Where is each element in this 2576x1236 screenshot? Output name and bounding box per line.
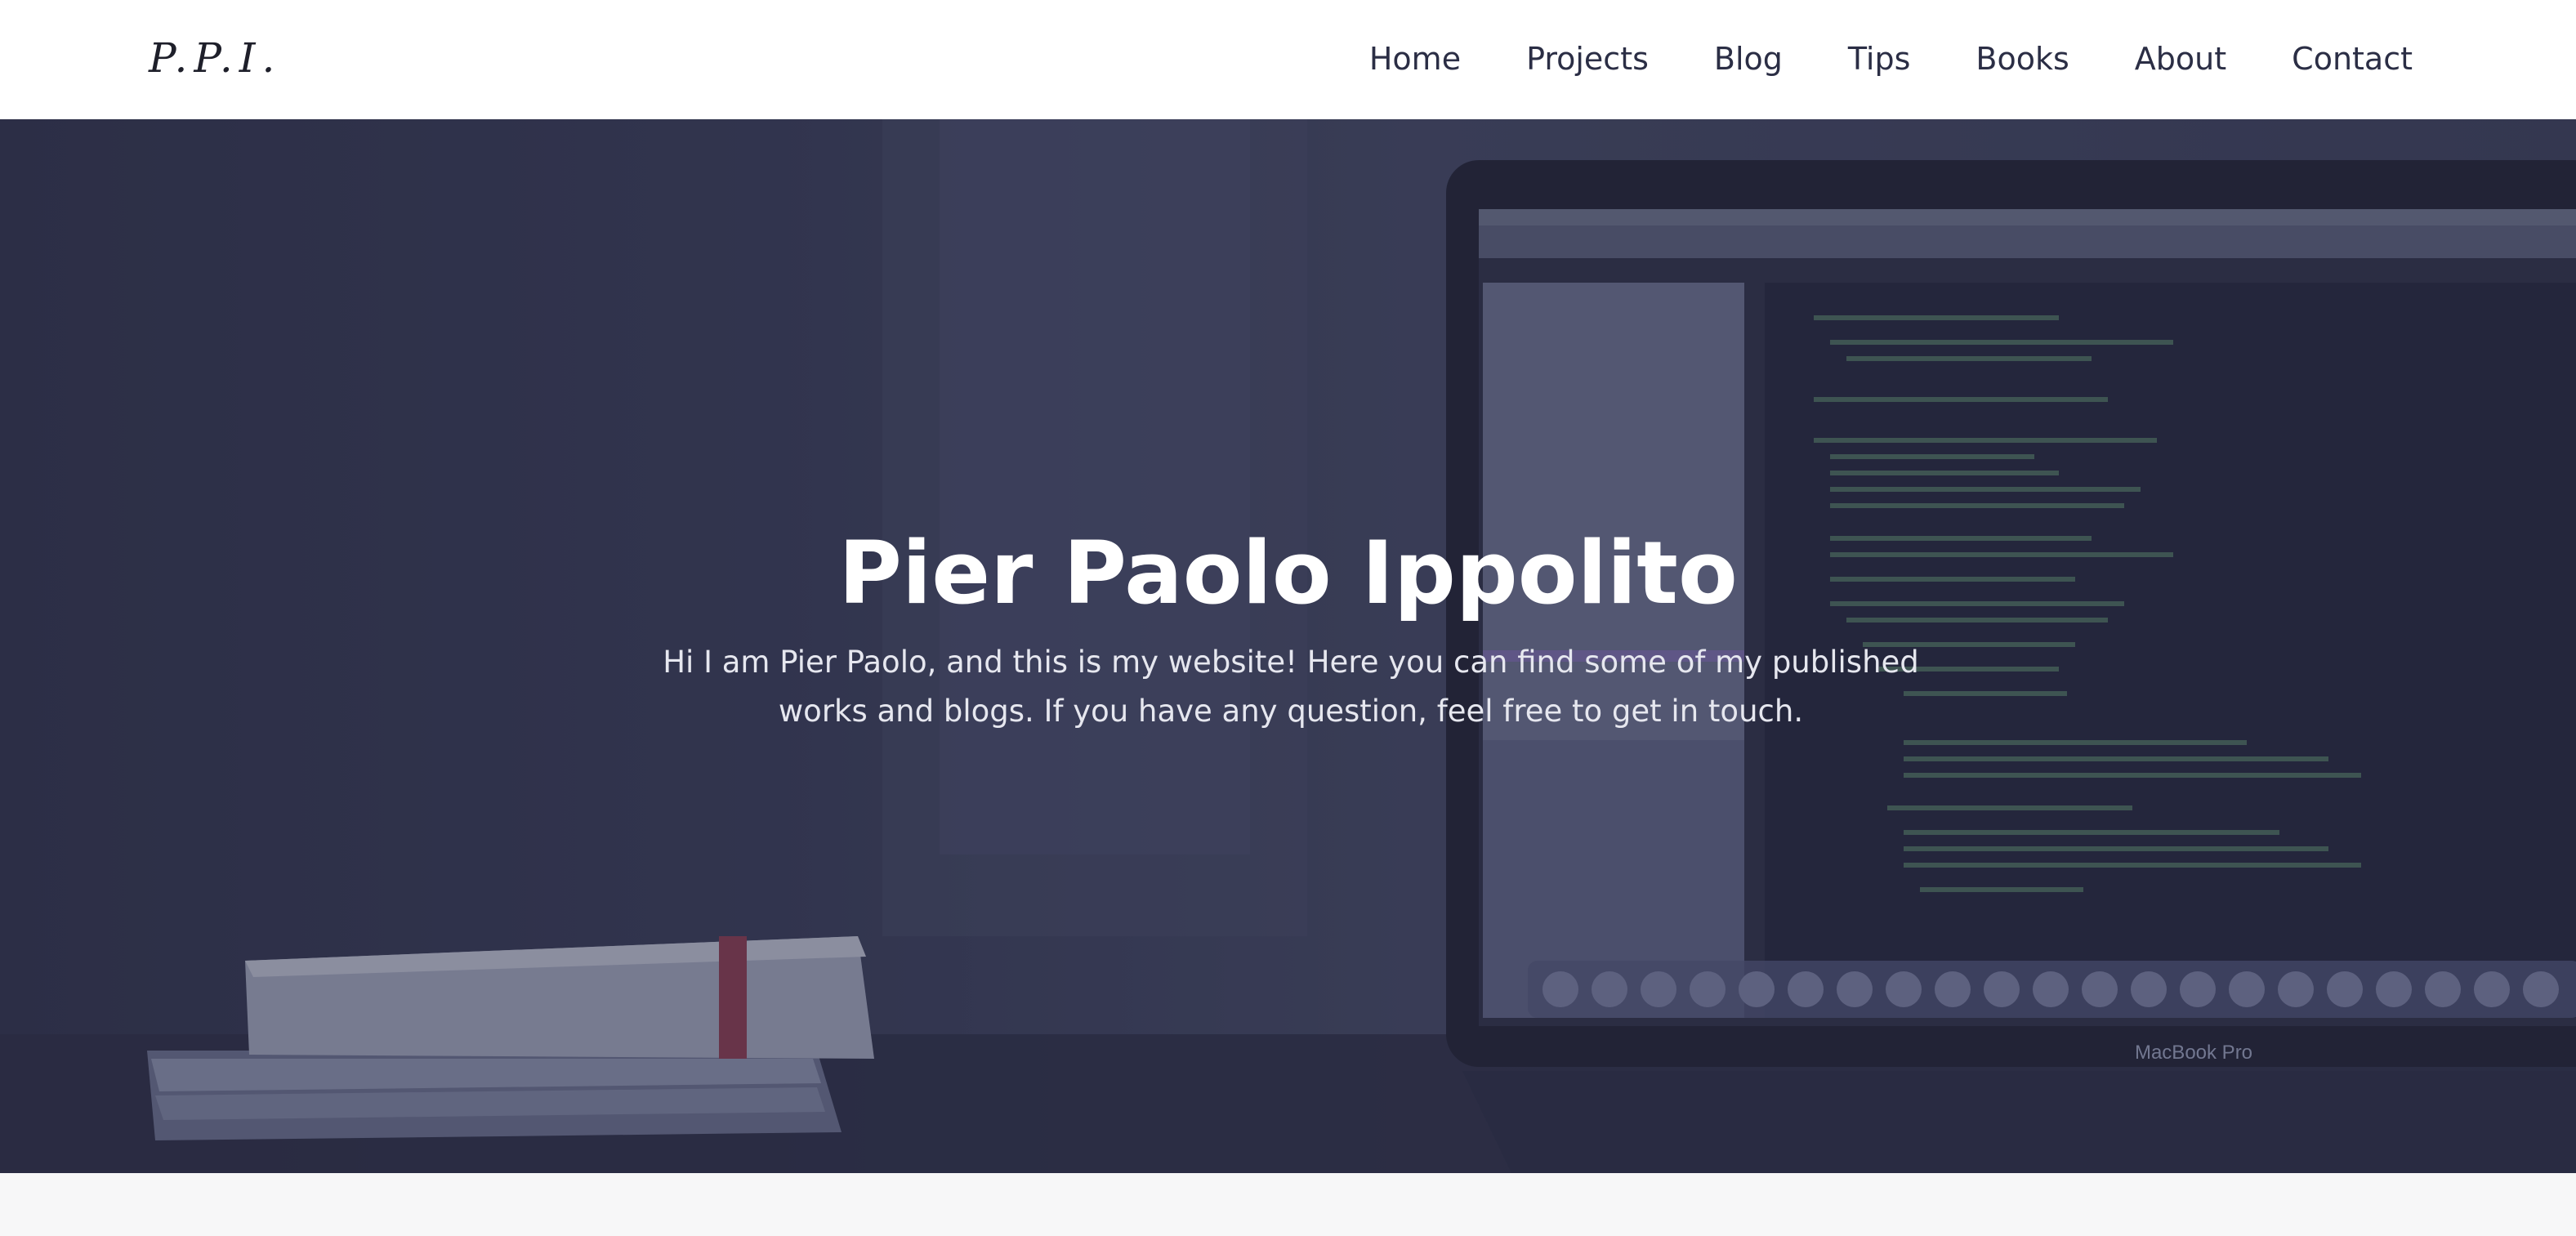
nav-item-contact[interactable]: Contact [2292,41,2413,77]
hero-content: Pier Paolo Ippolito Hi I am Pier Paolo, … [0,119,2576,1173]
main-nav: Home Projects Blog Tips Books About Cont… [1369,33,2413,85]
hero-title: Pier Paolo Ippolito [838,523,1738,624]
site-logo[interactable]: P.P.I. [149,33,281,83]
content-section [0,1173,2576,1236]
nav-item-about[interactable]: About [2135,41,2226,77]
hero-section: MacBook Pro Pier Paolo Ippolito Hi I am … [0,119,2576,1173]
site-header: P.P.I. Home Projects Blog Tips Books Abo… [0,0,2576,119]
nav-item-home[interactable]: Home [1369,41,1461,77]
nav-item-books[interactable]: Books [1976,41,2069,77]
hero-description: Hi I am Pier Paolo, and this is my websi… [663,645,1919,729]
nav-item-blog[interactable]: Blog [1714,41,1783,77]
nav-item-tips[interactable]: Tips [1848,41,1911,77]
nav-item-projects[interactable]: Projects [1526,41,1649,77]
